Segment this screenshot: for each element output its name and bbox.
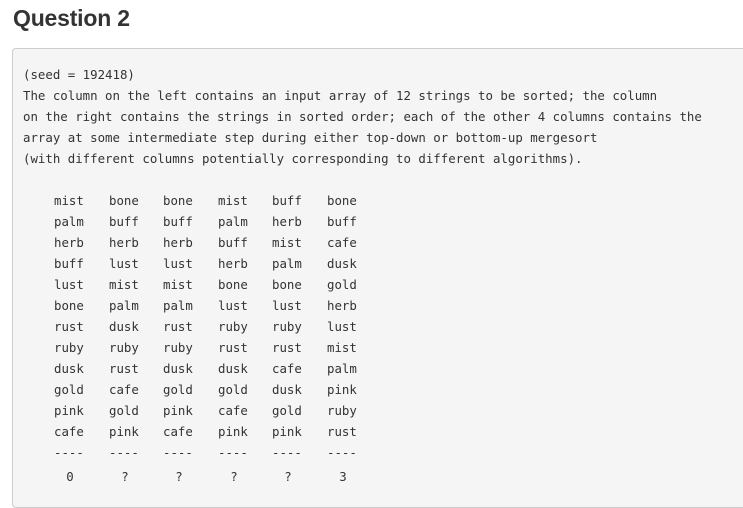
array-cell: herb [218, 256, 248, 271]
array-cell: buff [272, 193, 302, 208]
column-separator: ---- [109, 445, 139, 460]
array-cell: gold [163, 382, 193, 397]
array-cell: ruby [163, 340, 193, 355]
array-cell: dusk [109, 319, 139, 334]
array-cell: bone [109, 193, 139, 208]
array-cell: palm [109, 298, 139, 313]
array-cell: herb [327, 298, 357, 313]
column-separator: ---- [272, 445, 302, 460]
column-answer-label: ? [230, 469, 238, 484]
array-cell: buff [163, 214, 193, 229]
array-cell: buff [109, 214, 139, 229]
array-cell: rust [272, 340, 302, 355]
array-cell: palm [163, 298, 193, 313]
array-cell: buff [54, 256, 84, 271]
array-cell: gold [54, 382, 84, 397]
array-cell: cafe [54, 424, 84, 439]
array-cell: lust [109, 256, 139, 271]
column-answer-label: ? [121, 469, 129, 484]
array-cell: rust [54, 319, 84, 334]
array-cell: dusk [163, 361, 193, 376]
array-cell: herb [109, 235, 139, 250]
array-cell: lust [163, 256, 193, 271]
question-title: Question 2 [13, 5, 130, 31]
array-cell: bone [163, 193, 193, 208]
description-line-3: array at some intermediate step during e… [23, 130, 598, 145]
array-cell: mist [272, 235, 302, 250]
array-cell: pink [54, 403, 84, 418]
description-line-2: on the right contains the strings in sor… [23, 109, 702, 124]
column-answer-label: ? [284, 469, 292, 484]
array-cell: lust [54, 277, 84, 292]
array-cell: dusk [327, 256, 357, 271]
array-cell: gold [109, 403, 139, 418]
array-cell: dusk [218, 361, 248, 376]
array-cell: ruby [109, 340, 139, 355]
array-cell: bone [327, 193, 357, 208]
array-cell: pink [327, 382, 357, 397]
array-cell: palm [218, 214, 248, 229]
array-cell: mist [327, 340, 357, 355]
array-cell: pink [218, 424, 248, 439]
array-cell: dusk [272, 382, 302, 397]
array-cell: herb [163, 235, 193, 250]
column-separator: ---- [163, 445, 193, 460]
array-cell: rust [163, 319, 193, 334]
array-cell: herb [54, 235, 84, 250]
column-answer-label: 0 [66, 469, 74, 484]
column-answer-label: 3 [339, 469, 347, 484]
array-cell: lust [218, 298, 248, 313]
array-cell: ruby [327, 403, 357, 418]
array-cell: cafe [272, 361, 302, 376]
array-cell: rust [109, 361, 139, 376]
description-line-4: (with different columns potentially corr… [23, 151, 583, 166]
array-cell: cafe [163, 424, 193, 439]
array-cell: rust [327, 424, 357, 439]
array-cell: mist [54, 193, 84, 208]
array-cell: herb [272, 214, 302, 229]
array-cell: cafe [109, 382, 139, 397]
array-cell: cafe [327, 235, 357, 250]
column-separator: ---- [327, 445, 357, 460]
column-separator: ---- [54, 445, 84, 460]
question-panel: (seed = 192418) The column on the left c… [12, 48, 743, 508]
array-cell: palm [272, 256, 302, 271]
array-cell: gold [218, 382, 248, 397]
array-cell: ruby [218, 319, 248, 334]
array-cell: mist [109, 277, 139, 292]
array-cell: cafe [218, 403, 248, 418]
column-separator: ---- [218, 445, 248, 460]
array-cell: palm [54, 214, 84, 229]
array-cell: gold [327, 277, 357, 292]
array-cell: gold [272, 403, 302, 418]
array-cell: buff [327, 214, 357, 229]
array-cell: buff [218, 235, 248, 250]
array-cell: bone [54, 298, 84, 313]
array-cell: ruby [54, 340, 84, 355]
array-cell: pink [272, 424, 302, 439]
array-cell: bone [218, 277, 248, 292]
array-cell: palm [327, 361, 357, 376]
seed-line: (seed = 192418) [23, 67, 135, 82]
array-cell: pink [163, 403, 193, 418]
array-cell: bone [272, 277, 302, 292]
array-cell: lust [272, 298, 302, 313]
array-cell: dusk [54, 361, 84, 376]
description-line-1: The column on the left contains an input… [23, 88, 658, 103]
array-cell: mist [163, 277, 193, 292]
column-answer-label: ? [175, 469, 183, 484]
array-cell: mist [218, 193, 248, 208]
array-cell: rust [218, 340, 248, 355]
array-cell: ruby [272, 319, 302, 334]
array-cell: pink [109, 424, 139, 439]
array-cell: lust [327, 319, 357, 334]
